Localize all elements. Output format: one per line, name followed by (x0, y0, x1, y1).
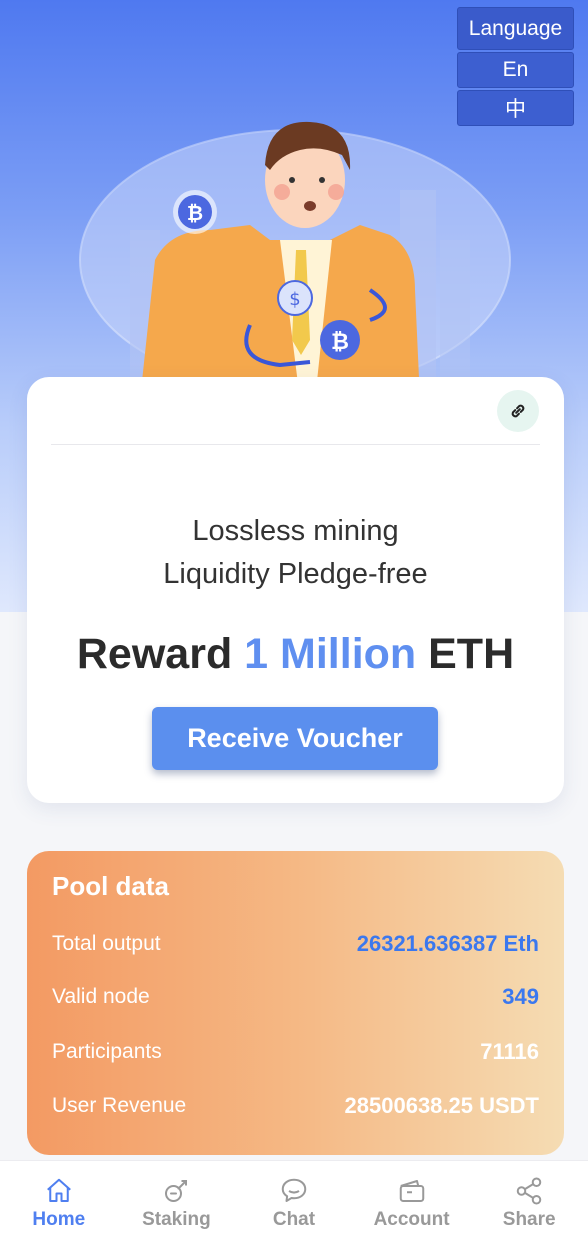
pool-label: User Revenue (52, 1094, 187, 1117)
language-switcher: Language En 中 (457, 7, 574, 126)
pool-value: 28500638.25 USDT (344, 1093, 539, 1118)
share-icon (516, 1177, 542, 1205)
reward-headline: Reward 1 Million ETH (27, 630, 564, 679)
promo-card: Lossless mining Liquidity Pledge-free Re… (27, 377, 564, 803)
link-button[interactable] (497, 390, 539, 432)
tab-share[interactable]: Share (470, 1161, 588, 1241)
pool-value: 349 (502, 984, 539, 1009)
language-option-en[interactable]: En (457, 52, 574, 88)
tab-label: Home (32, 1209, 86, 1230)
tab-staking[interactable]: Staking (118, 1161, 236, 1241)
pool-value: 26321.636387 Eth (356, 931, 539, 956)
tab-label: Account (373, 1209, 450, 1230)
svg-text:₿: ₿ (331, 330, 349, 355)
pool-data-card: Pool data Total output 26321.636387 Eth … (27, 851, 564, 1155)
pool-row-valid-node: Valid node 349 (52, 982, 539, 1012)
tab-account[interactable]: Account (353, 1161, 471, 1241)
language-option-zh[interactable]: 中 (457, 90, 574, 126)
tab-chat[interactable]: Chat (235, 1161, 353, 1241)
pool-value: 71116 (480, 1039, 539, 1064)
wallet-icon (399, 1180, 424, 1202)
home-icon (46, 1178, 71, 1202)
card-divider (51, 444, 540, 445)
language-title[interactable]: Language (457, 7, 574, 50)
reward-suffix: ETH (428, 630, 515, 678)
reward-prefix: Reward (76, 630, 233, 678)
tagline-line-1: Lossless mining (192, 515, 399, 547)
link-icon (511, 404, 525, 418)
reward-amount: 1 Million (244, 630, 417, 678)
tab-label: Staking (142, 1209, 211, 1230)
pool-label: Valid node (52, 985, 150, 1008)
svg-text:₿: ₿ (187, 201, 203, 225)
pool-row-total-output: Total output 26321.636387 Eth (52, 929, 539, 959)
hero-illustration: ₿ $ ₿ (79, 121, 511, 400)
bottom-tab-bar: Home Staking Chat Account Share (0, 1160, 588, 1241)
chat-icon (281, 1178, 307, 1202)
tab-home[interactable]: Home (0, 1161, 118, 1241)
svg-text:$: $ (289, 289, 300, 310)
pool-label: Participants (52, 1040, 162, 1063)
pool-row-participants: Participants 71116 (52, 1037, 539, 1067)
staking-icon (165, 1180, 188, 1202)
tab-label: Chat (272, 1209, 316, 1230)
pool-label: Total output (52, 932, 161, 955)
pool-row-user-revenue: User Revenue 28500638.25 USDT (52, 1091, 539, 1121)
tab-label: Share (502, 1209, 556, 1230)
tagline-line-2: Liquidity Pledge-free (163, 558, 428, 590)
receive-voucher-button[interactable]: Receive Voucher (152, 707, 438, 770)
tagline: Lossless mining Liquidity Pledge-free (27, 510, 564, 596)
pool-title: Pool data (52, 871, 170, 901)
